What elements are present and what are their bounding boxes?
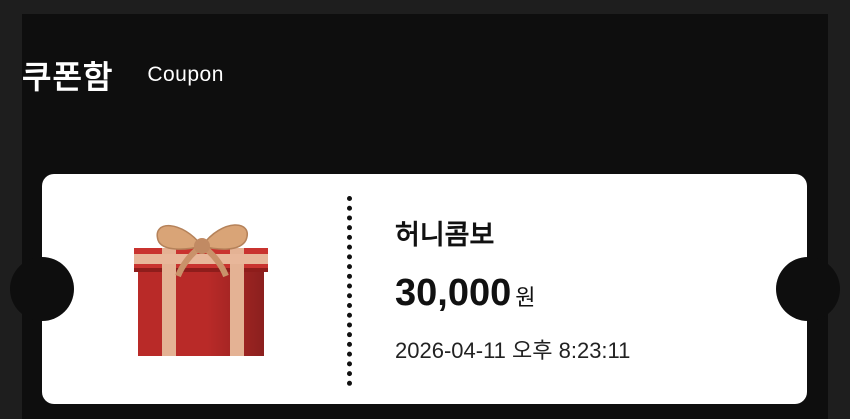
- coupon-amount-value: 30,000: [395, 272, 512, 314]
- coupon-notch-right: [776, 257, 840, 321]
- page-title: 쿠폰함: [22, 58, 114, 96]
- coupon-name: 허니콤보: [395, 220, 495, 251]
- coupon-amount: 30,000 원: [395, 272, 535, 315]
- coupon-notch-left: [10, 257, 74, 321]
- page-subtitle: Coupon: [147, 63, 224, 86]
- page-header: 쿠폰함 Coupon: [22, 40, 224, 110]
- gift-box-icon: [134, 224, 268, 356]
- coupon-amount-unit: 원: [515, 286, 536, 311]
- coupon-divider: [347, 196, 352, 386]
- coupon-datetime: 2026-04-11 오후 8:23:11: [395, 338, 631, 363]
